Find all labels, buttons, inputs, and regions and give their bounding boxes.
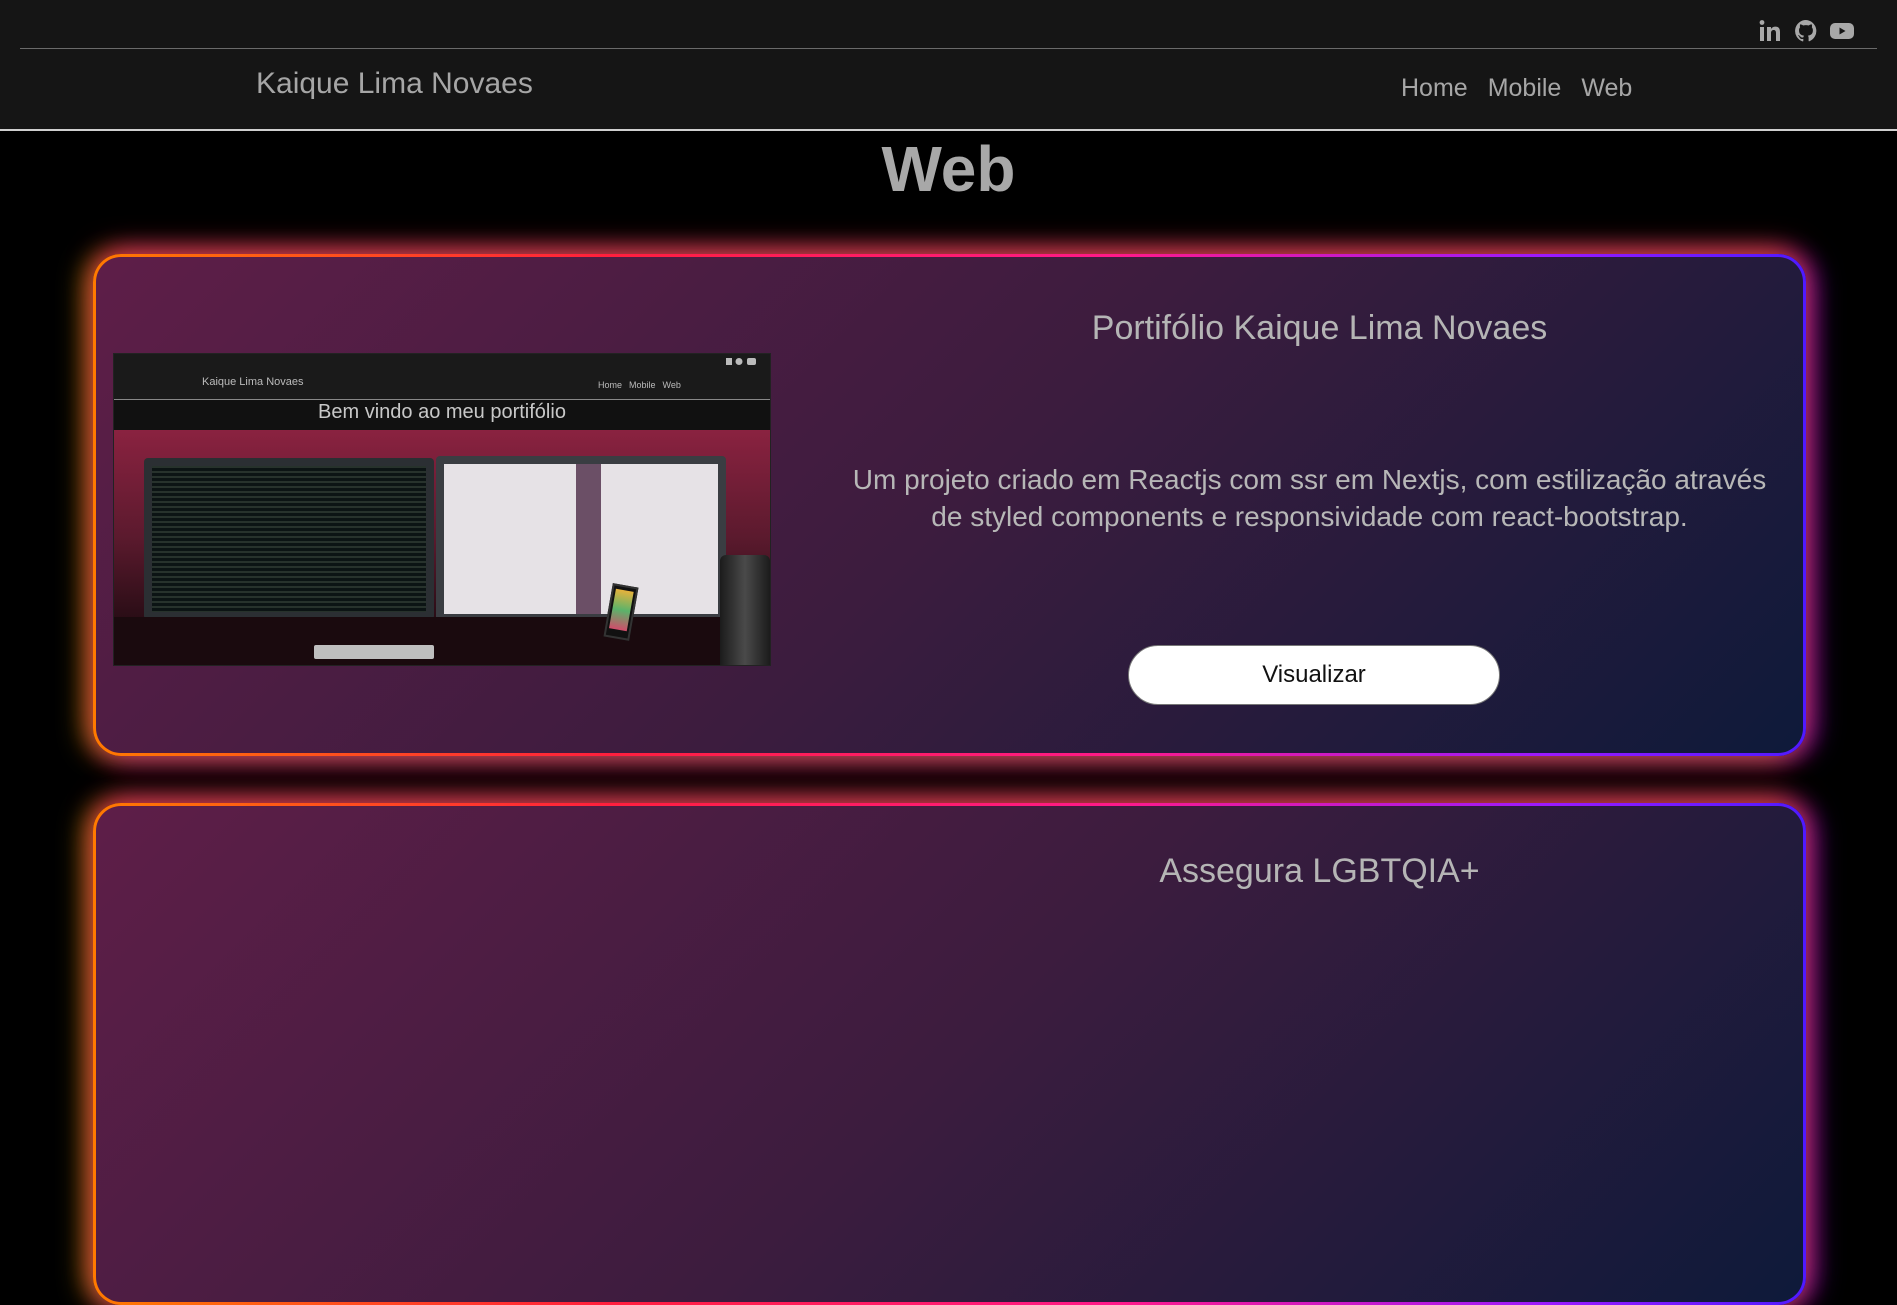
- thumbnail-navbar: Kaique Lima Novaes Home Mobile Web: [114, 369, 770, 400]
- thumbnail-desk: [114, 617, 770, 665]
- nav-links: Home Mobile Web: [1401, 74, 1632, 103]
- linkedin-icon[interactable]: [1757, 18, 1783, 44]
- thumbnail-monitor-right: [436, 456, 726, 624]
- thumbnail-topbar: [114, 354, 770, 369]
- thumbnail-link-mobile: Mobile: [629, 380, 656, 390]
- project-title: Assegura LGBTQIA+: [1159, 852, 1480, 890]
- navbar: Kaique Lima Novaes Home Mobile Web: [0, 49, 1897, 131]
- thumbnail-monitor-left: [144, 458, 434, 620]
- nav-link-web[interactable]: Web: [1581, 74, 1632, 103]
- github-icon[interactable]: [1793, 18, 1819, 44]
- thumbnail-link-home: Home: [598, 380, 623, 390]
- thumbnail-nav-links: Home Mobile Web: [598, 380, 681, 390]
- social-links: [1757, 18, 1855, 44]
- thumbnail-link-web: Web: [662, 380, 681, 390]
- view-project-button[interactable]: Visualizar: [1128, 645, 1500, 705]
- project-title: Portifólio Kaique Lima Novaes: [1091, 309, 1548, 347]
- nav-link-home[interactable]: Home: [1401, 74, 1468, 103]
- thumbnail-desk-photo: [114, 430, 770, 665]
- project-card: Assegura LGBTQIA+: [93, 803, 1806, 1305]
- project-description: Um projeto criado em Reactjs com ssr em …: [852, 464, 1767, 532]
- page-title: Web: [881, 133, 1016, 205]
- project-card: Kaique Lima Novaes Home Mobile Web Bem v…: [93, 254, 1806, 756]
- nav-link-mobile[interactable]: Mobile: [1488, 74, 1562, 103]
- thumbnail-social-icons: [726, 357, 756, 368]
- thumbnail-welcome: Bem vindo ao meu portifólio: [318, 401, 566, 423]
- project-thumbnail: Kaique Lima Novaes Home Mobile Web Bem v…: [113, 353, 771, 666]
- thumbnail-brand: Kaique Lima Novaes: [202, 376, 304, 388]
- brand-title[interactable]: Kaique Lima Novaes: [256, 67, 533, 101]
- social-topbar: [0, 0, 1897, 49]
- thumbnail-speaker: [720, 555, 770, 665]
- thumbnail-keyboard: [314, 645, 434, 659]
- youtube-icon[interactable]: [1829, 18, 1855, 44]
